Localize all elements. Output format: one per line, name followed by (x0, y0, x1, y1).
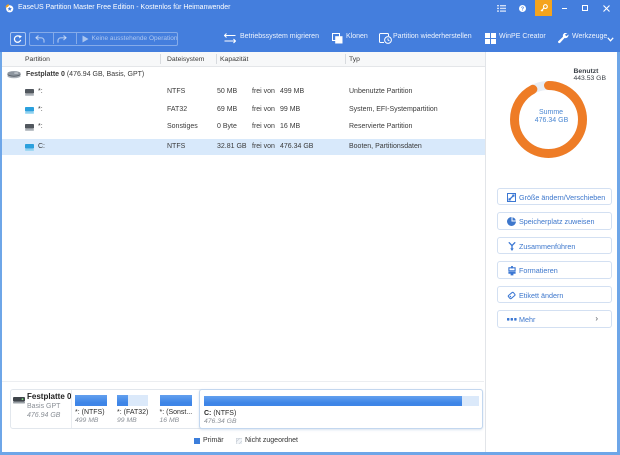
svg-text:?: ? (520, 6, 523, 12)
